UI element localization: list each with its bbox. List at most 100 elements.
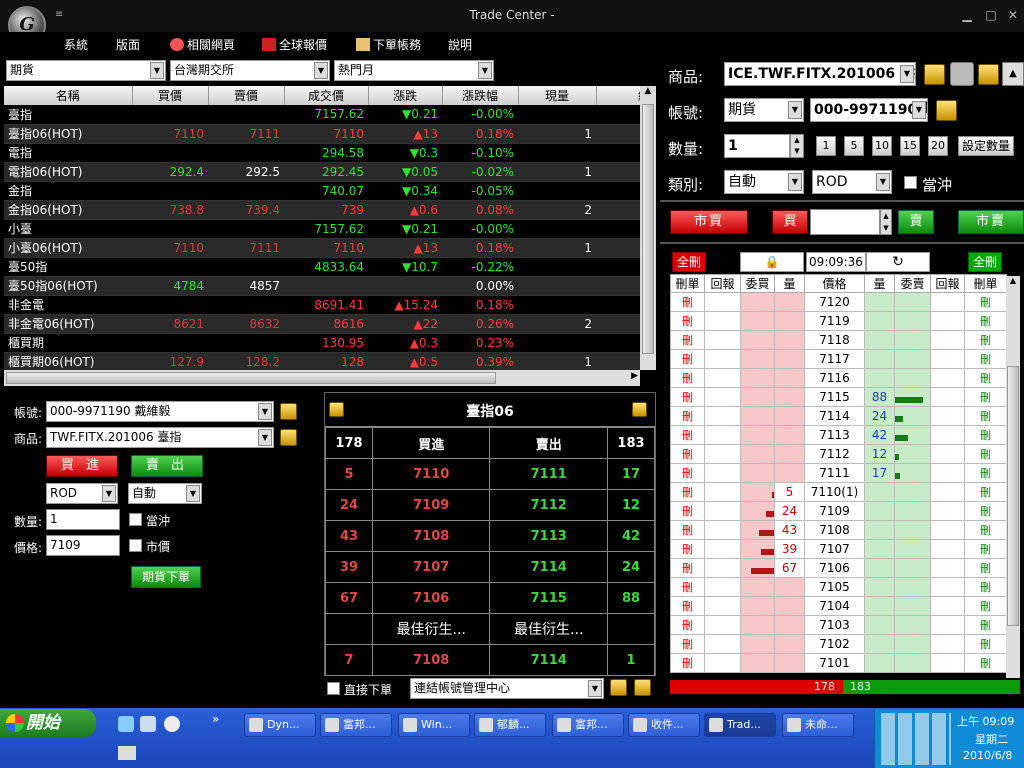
ladder-sell-bar[interactable] (894, 653, 931, 673)
ladder-sell-bar[interactable] (894, 615, 931, 635)
ladder-delete-buy[interactable]: 刪 (670, 520, 705, 540)
right-account-type-select[interactable]: 期貨 ▼ (724, 98, 804, 122)
ladder-buy-bar[interactable] (740, 463, 775, 483)
ladder-delete-buy[interactable]: 刪 (670, 463, 705, 483)
ladder-delete-buy[interactable]: 刪 (670, 368, 705, 388)
ladder-buy-bar[interactable] (740, 501, 775, 521)
right-type-select[interactable]: 自動 ▼ (724, 170, 804, 194)
ladder-delete-buy[interactable]: 刪 (670, 482, 705, 502)
depth-row[interactable]: 24 7109 7112 12 (325, 489, 656, 521)
ladder-delete-sell[interactable]: 刪 (964, 558, 1007, 578)
quote-column-header[interactable]: 總量 (596, 86, 640, 105)
ladder-sell-bar[interactable] (894, 311, 931, 331)
ladder-row[interactable]: 刪 7112 12 刪 (670, 444, 1007, 464)
ladder-delete-sell[interactable]: 刪 (964, 596, 1007, 616)
quote-column-header[interactable]: 名稱 (4, 86, 133, 105)
depth-row[interactable]: 43 7108 7113 42 (325, 520, 656, 552)
ladder-delete-buy[interactable]: 刪 (670, 596, 705, 616)
scroll-thumb[interactable] (642, 104, 654, 354)
ladder-delete-buy[interactable]: 刪 (670, 577, 705, 597)
ladder-delete-buy[interactable]: 刪 (670, 387, 705, 407)
month-filter-select[interactable]: 熱門月 ▼ (334, 60, 494, 81)
order-product-select[interactable]: TWF.FITX.201006 臺指 ▼ (46, 427, 274, 448)
ladder-buy-bar[interactable] (740, 311, 775, 331)
lock-icon[interactable] (632, 402, 647, 417)
lock-icon[interactable] (924, 64, 945, 85)
ladder-delete-buy[interactable]: 刪 (670, 539, 705, 559)
close-button[interactable]: ✕ (1006, 8, 1020, 22)
unlock-icon[interactable]: 🔒 (740, 252, 804, 272)
quote-column-header[interactable]: 賣價 (208, 86, 285, 105)
ladder-row[interactable]: 刪 67 7106 刪 (670, 558, 1007, 578)
ladder-sell-bar[interactable] (894, 539, 931, 559)
qty-preset-button[interactable]: 20 (928, 136, 948, 156)
ladder-row[interactable]: 刪 7111 17 刪 (670, 463, 1007, 483)
buy-button[interactable]: 買 進 (46, 455, 118, 477)
qty-preset-button[interactable]: 10 (872, 136, 892, 156)
ladder-delete-sell[interactable]: 刪 (964, 368, 1007, 388)
ladder-delete-buy[interactable]: 刪 (670, 615, 705, 635)
taskbar-task-button[interactable]: 未命... (782, 713, 854, 737)
ladder-delete-buy[interactable]: 刪 (670, 406, 705, 426)
ladder-buy-bar[interactable] (740, 558, 775, 578)
quote-row[interactable]: 臺50指06(HOT) 4784 4857 0.00% (4, 276, 640, 296)
qty-preset-button[interactable]: 15 (900, 136, 920, 156)
ladder-delete-sell[interactable]: 刪 (964, 501, 1007, 521)
scroll-right-icon[interactable]: ▶ (631, 371, 638, 381)
ladder-row[interactable]: 刪 39 7107 刪 (670, 539, 1007, 559)
ladder-delete-sell[interactable]: 刪 (964, 577, 1007, 597)
ladder-sell-bar[interactable] (894, 349, 931, 369)
qty-preset-button[interactable]: 5 (844, 136, 864, 156)
quote-row[interactable]: 臺指06(HOT) 7110 7111 7110 ▲13 0.18% 1 (4, 124, 640, 144)
ladder-row[interactable]: 刪 7116 刪 (670, 368, 1007, 388)
ladder-row[interactable]: 刪 5 7110(1) 刪 (670, 482, 1007, 502)
ladder-delete-sell[interactable]: 刪 (964, 406, 1007, 426)
quote-row[interactable]: 櫃買期06(HOT) 127.9 128.2 128 ▲0.5 0.39% 1 (4, 352, 640, 372)
ladder-sell-bar[interactable] (894, 463, 931, 483)
menu-help[interactable]: 說明 (448, 36, 472, 53)
type-filter-select[interactable]: 期貨 ▼ (6, 60, 166, 81)
scroll-up-icon[interactable]: ▲ (640, 86, 656, 102)
qty-input[interactable]: 1 (46, 509, 120, 530)
right-daytrade-checkbox[interactable] (904, 176, 917, 189)
daytrade-checkbox[interactable] (129, 513, 142, 526)
order-account-select[interactable]: 000-9971190 戴維毅 ▼ (46, 401, 274, 422)
ladder-sell-bar[interactable] (894, 634, 931, 654)
set-qty-button[interactable]: 設定數量 (958, 136, 1014, 156)
limit-sell-button[interactable]: 賣 (898, 210, 934, 234)
ladder-buy-bar[interactable] (740, 406, 775, 426)
sell-button[interactable]: 賣 出 (131, 455, 203, 477)
ladder-delete-sell[interactable]: 刪 (964, 539, 1007, 559)
ladder-delete-buy[interactable]: 刪 (670, 501, 705, 521)
right-product-select[interactable]: ICE.TWF.FITX.201006 臺指 ▼ (724, 62, 916, 86)
delete-all-buy-button[interactable]: 全刪 (672, 252, 706, 272)
ladder-delete-buy[interactable]: 刪 (670, 444, 705, 464)
tif-select[interactable]: ROD ▼ (46, 483, 118, 504)
quote-row[interactable]: 金指06(HOT) 738.8 739.4 739 ▲0.6 0.08% 2 (4, 200, 640, 220)
ladder-row[interactable]: 刪 7114 24 刪 (670, 406, 1007, 426)
market-buy-button[interactable]: 市買 (670, 210, 748, 234)
ladder-buy-bar[interactable] (740, 482, 775, 502)
taskbar-task-button[interactable]: Dyn... (244, 713, 316, 737)
ladder-row[interactable]: 刪 24 7109 刪 (670, 501, 1007, 521)
ladder-buy-bar[interactable] (740, 634, 775, 654)
ladder-row[interactable]: 刪 7113 42 刪 (670, 425, 1007, 445)
menu-layout[interactable]: 版面 (116, 36, 140, 53)
menu-global-quote[interactable]: 全球報價 (262, 36, 327, 53)
quote-row[interactable]: 電指06(HOT) 292.4 292.5 292.45 ▼0.05 -0.02% 1 (4, 162, 640, 182)
price-spinner[interactable]: ▲ ▼ (880, 209, 892, 235)
lock-icon[interactable] (610, 679, 627, 696)
market-sell-button[interactable]: 市賣 (958, 210, 1024, 234)
ladder-delete-sell[interactable]: 刪 (964, 463, 1007, 483)
lock-icon[interactable] (936, 100, 957, 121)
key-icon[interactable] (978, 64, 999, 85)
ladder-row[interactable]: 刪 7104 刪 (670, 596, 1007, 616)
quote-column-header[interactable]: 漲跌幅 (442, 86, 519, 105)
depth-row[interactable]: 7 7108 7114 1 (325, 644, 656, 676)
expand-icon[interactable] (634, 679, 651, 696)
ladder-sell-bar[interactable] (894, 558, 931, 578)
direct-order-checkbox[interactable] (327, 682, 340, 695)
account-link-select[interactable]: 連結帳號管理中心 ▼ (410, 678, 604, 699)
taskbar-task-button[interactable]: 富邦... (552, 713, 624, 737)
taskbar-task-button[interactable]: Win... (398, 713, 470, 737)
